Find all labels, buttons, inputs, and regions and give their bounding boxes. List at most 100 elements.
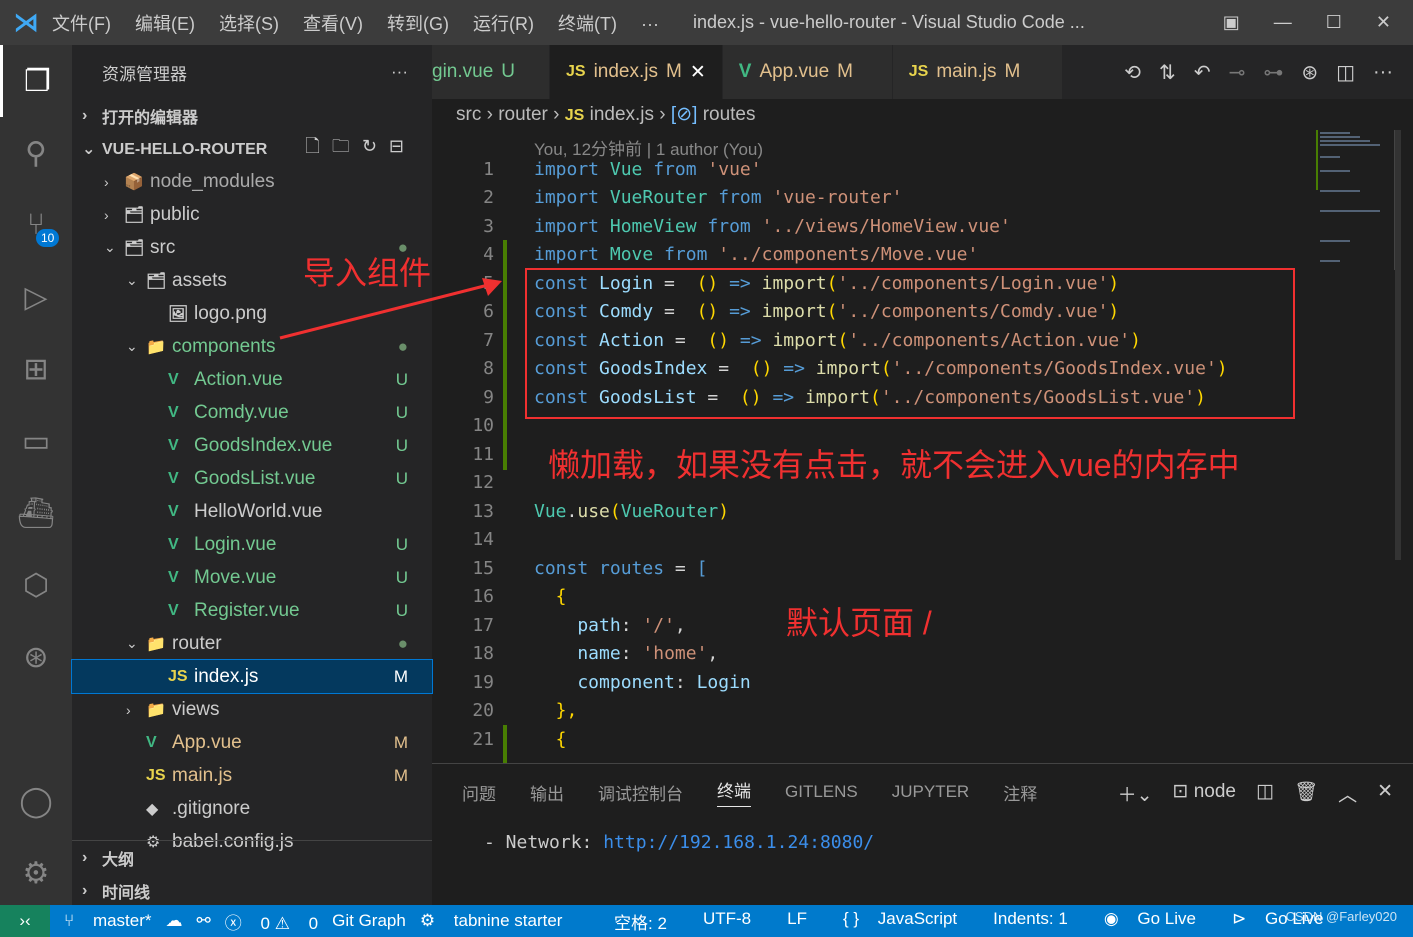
tab-main-js[interactable]: JS main.js M [892, 45, 1063, 99]
menu-item[interactable]: 终端(T) [558, 14, 617, 34]
prev-revision-icon[interactable]: ⊸ [1229, 60, 1246, 85]
panel-tab[interactable]: 输出 [530, 780, 564, 805]
close-panel-icon[interactable]: ✕ [1377, 780, 1393, 807]
project-section[interactable]: ⌄ VUE-HELLO-ROUTER 🗋🗀↻⊟ [72, 132, 432, 165]
tab-app-vue[interactable]: V App.vue M [722, 45, 893, 99]
line-number: 20 [472, 700, 494, 722]
line-number: 16 [472, 586, 494, 608]
menu-item[interactable]: 转到(G) [387, 14, 449, 34]
tree-item[interactable]: V HelloWorld.vue [72, 495, 432, 528]
tab-index-js[interactable]: JS index.js M ✕ [550, 45, 723, 99]
next-revision-icon[interactable]: ⊶ [1263, 60, 1283, 85]
panel-tab[interactable]: GITLENS [785, 782, 858, 802]
editor-scrollbar[interactable] [1395, 130, 1401, 560]
window-title: index.js - vue-hello-router - Visual Stu… [692, 12, 1085, 32]
sync-icon[interactable]: ☁ [166, 911, 183, 931]
layout-icon[interactable]: ▣ [1223, 12, 1240, 33]
menu-item[interactable]: 文件(F) [52, 14, 111, 34]
split-terminal-icon[interactable]: ◫ [1256, 780, 1274, 807]
tree-item-label: GoodsList.vue [194, 467, 316, 489]
tree-item[interactable]: › 🗂 public [72, 198, 432, 231]
open-editors-section[interactable]: › 打开的编辑器 [72, 99, 432, 132]
split-editor-icon[interactable]: ◫ [1336, 60, 1355, 85]
tree-item[interactable]: V Comdy.vue U [72, 396, 432, 429]
encoding[interactable]: UTF-8 [703, 909, 751, 934]
git-status: U [395, 468, 408, 488]
tree-item[interactable]: V App.vue M [72, 726, 432, 759]
maximize-panel-icon[interactable]: ︿ [1338, 780, 1357, 807]
panel-tab[interactable]: 问题 [462, 780, 496, 805]
minimize-button[interactable]: — [1274, 12, 1292, 33]
problems[interactable]: ⓧ 0 ⚠ 0 [225, 909, 318, 934]
scm-badge: 10 [36, 229, 60, 247]
search-icon[interactable]: ⚲ [0, 117, 72, 189]
go-live-1[interactable]: ◉ Go Live [1104, 909, 1196, 934]
terminal-shell[interactable]: ⊡ node [1173, 780, 1236, 807]
settings-gear-icon[interactable]: ⚙ [0, 837, 72, 909]
panel-tab[interactable]: JUPYTER [892, 782, 969, 802]
tree-item[interactable]: ⌄ 📁 router ● [72, 627, 432, 660]
network-url-link[interactable]: http://192.168.1.24:8080/ [603, 832, 874, 853]
explorer-actions-icon[interactable]: 🗋🗀↻⊟ [305, 134, 416, 164]
crumb-symbol[interactable]: routes [703, 104, 756, 125]
more-icon[interactable]: ··· [1373, 61, 1393, 84]
tree-item[interactable]: V Action.vue U [72, 363, 432, 396]
tree-item[interactable]: V Register.vue U [72, 594, 432, 627]
outline-section[interactable]: › 大纲 [72, 841, 432, 874]
menu-item[interactable]: ··· [641, 14, 659, 34]
eol[interactable]: LF [787, 909, 807, 934]
git-graph-icon[interactable]: ⊛ [0, 621, 72, 693]
new-terminal-icon[interactable]: ＋⌄ [1118, 780, 1153, 807]
maximize-button[interactable]: ☐ [1326, 12, 1342, 33]
compare-changes-icon[interactable]: ⇅ [1159, 60, 1176, 85]
tree-item[interactable]: ◆ .gitignore [72, 792, 432, 825]
language-mode[interactable]: { } JavaScript [843, 909, 957, 934]
source-control-icon[interactable]: ⑂ 10 [0, 189, 72, 261]
tree-item[interactable]: V GoodsIndex.vue U [72, 429, 432, 462]
line-number: 10 [472, 415, 494, 437]
close-tab-icon[interactable]: ✕ [690, 61, 706, 84]
tree-item[interactable]: V GoodsList.vue U [72, 462, 432, 495]
tree-item[interactable]: › 📁 views [72, 693, 432, 726]
extensions-icon[interactable]: ⊞ [0, 333, 72, 405]
timeline-section[interactable]: › 时间线 [72, 874, 432, 907]
panel-tab[interactable]: 注释 [1003, 780, 1037, 805]
menu-item[interactable]: 查看(V) [303, 14, 363, 34]
menu-item[interactable]: 运行(R) [473, 14, 534, 34]
docker-icon[interactable]: ⛴ [0, 477, 72, 549]
indents[interactable]: Indents: 1 [993, 909, 1068, 934]
tree-item[interactable]: › 📦 node_modules [72, 165, 432, 198]
run-debug-icon[interactable]: ▷ [0, 261, 72, 333]
editor-tabs: gin.vue U JS index.js M ✕ V App.vue M JS main.j… [432, 45, 1413, 99]
kill-terminal-icon[interactable]: 🗑 [1294, 780, 1318, 807]
close-window-button[interactable]: ✕ [1376, 12, 1391, 33]
explorer-icon[interactable]: ❐ [0, 45, 72, 117]
account-icon[interactable]: ◯ [0, 765, 72, 837]
menu-item[interactable]: 编辑(E) [135, 14, 195, 34]
tree-item[interactable]: V Move.vue U [72, 561, 432, 594]
git-lens-icon[interactable]: ⊛ [1301, 60, 1318, 85]
tree-item[interactable]: JS main.js M [72, 759, 432, 792]
panel-tab[interactable]: 终端 [717, 777, 751, 807]
branch[interactable]: ⑂ master* [64, 911, 152, 931]
remote-explorer-icon[interactable]: ▭ [0, 405, 72, 477]
tab-login-vue[interactable]: gin.vue U [432, 45, 550, 99]
timeline-history-icon[interactable]: ⟲ [1124, 60, 1141, 85]
indentation[interactable]: 空格: 2 [614, 909, 667, 934]
crumb-file[interactable]: index.js [590, 104, 654, 125]
tabnine[interactable]: ⚙ tabnine starter [420, 911, 563, 931]
git-graph-button[interactable]: Git Graph [332, 911, 406, 931]
panel-tab[interactable]: 调试控制台 [598, 780, 683, 805]
previous-change-icon[interactable]: ↶ [1194, 60, 1211, 85]
crumb-src[interactable]: src [456, 104, 481, 125]
live-share-icon[interactable]: ⚯ [197, 911, 211, 931]
crumb-router[interactable]: router [498, 104, 548, 125]
more-actions-button[interactable]: ··· [391, 62, 408, 82]
remote-icon[interactable]: ›‹ [0, 905, 50, 937]
testing-icon[interactable]: ⬡ [0, 549, 72, 621]
terminal-output[interactable]: - Network: http://192.168.1.24:8080/ [484, 832, 874, 853]
tree-item[interactable]: V Login.vue U [72, 528, 432, 561]
tree-item[interactable]: JS index.js M [71, 659, 433, 694]
menu-item[interactable]: 选择(S) [219, 14, 279, 34]
minimap[interactable] [1312, 130, 1398, 270]
